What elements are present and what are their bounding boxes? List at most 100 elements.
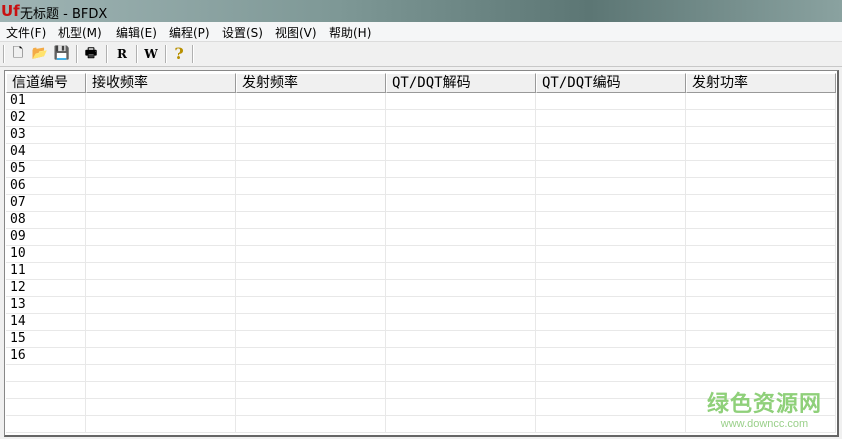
cell-tx-frequency[interactable] [236,416,386,433]
column-header-qt-dqt-decode[interactable]: QT/DQT解码 [386,73,536,93]
cell-rx-frequency[interactable] [86,195,236,212]
cell-qt-dqt-decode[interactable] [386,416,536,433]
cell-rx-frequency[interactable] [86,297,236,314]
table-row[interactable]: 02 [6,110,836,127]
cell-tx-frequency[interactable] [236,297,386,314]
cell-qt-dqt-encode[interactable] [536,297,686,314]
cell-tx-frequency[interactable] [236,93,386,110]
table-row[interactable]: 06 [6,178,836,195]
table-row[interactable]: 15 [6,331,836,348]
cell-qt-dqt-decode[interactable] [386,365,536,382]
cell-channel-number[interactable] [6,399,86,416]
cell-channel-number[interactable]: 06 [6,178,86,195]
cell-qt-dqt-encode[interactable] [536,110,686,127]
cell-tx-frequency[interactable] [236,382,386,399]
cell-qt-dqt-decode[interactable] [386,144,536,161]
cell-channel-number[interactable]: 02 [6,110,86,127]
column-header-qt-dqt-encode[interactable]: QT/DQT编码 [536,73,686,93]
cell-rx-frequency[interactable] [86,229,236,246]
column-header-rx-frequency[interactable]: 接收频率 [86,73,236,93]
cell-qt-dqt-decode[interactable] [386,161,536,178]
cell-tx-power[interactable] [686,161,836,178]
table-row[interactable]: 09 [6,229,836,246]
cell-channel-number[interactable]: 13 [6,297,86,314]
menu-program[interactable]: 编程(P) [169,24,210,41]
cell-channel-number[interactable]: 09 [6,229,86,246]
cell-rx-frequency[interactable] [86,263,236,280]
cell-qt-dqt-decode[interactable] [386,246,536,263]
cell-qt-dqt-encode[interactable] [536,212,686,229]
cell-channel-number[interactable]: 05 [6,161,86,178]
column-header-tx-frequency[interactable]: 发射频率 [236,73,386,93]
cell-rx-frequency[interactable] [86,246,236,263]
table-row[interactable]: 08 [6,212,836,229]
menu-file[interactable]: 文件(F) [6,24,46,41]
table-row[interactable]: 12 [6,280,836,297]
table-row[interactable]: 10 [6,246,836,263]
menu-model[interactable]: 机型(M) [58,24,102,41]
cell-tx-power[interactable] [686,212,836,229]
cell-rx-frequency[interactable] [86,280,236,297]
cell-qt-dqt-decode[interactable] [386,195,536,212]
table-row[interactable]: 03 [6,127,836,144]
cell-rx-frequency[interactable] [86,382,236,399]
cell-qt-dqt-decode[interactable] [386,314,536,331]
help-button[interactable]: ? [169,44,189,64]
cell-tx-power[interactable] [686,195,836,212]
cell-tx-power[interactable] [686,263,836,280]
cell-qt-dqt-encode[interactable] [536,331,686,348]
cell-rx-frequency[interactable] [86,399,236,416]
table-row[interactable]: 07 [6,195,836,212]
cell-channel-number[interactable]: 11 [6,263,86,280]
cell-channel-number[interactable]: 03 [6,127,86,144]
cell-tx-frequency[interactable] [236,314,386,331]
cell-tx-frequency[interactable] [236,263,386,280]
cell-qt-dqt-encode[interactable] [536,399,686,416]
cell-channel-number[interactable]: 01 [6,93,86,110]
cell-qt-dqt-encode[interactable] [536,314,686,331]
cell-rx-frequency[interactable] [86,110,236,127]
cell-qt-dqt-decode[interactable] [386,127,536,144]
cell-tx-power[interactable] [686,314,836,331]
cell-rx-frequency[interactable] [86,144,236,161]
cell-tx-frequency[interactable] [236,161,386,178]
save-button[interactable]: 💾 [52,44,72,64]
cell-tx-frequency[interactable] [236,331,386,348]
cell-tx-frequency[interactable] [236,246,386,263]
cell-qt-dqt-encode[interactable] [536,127,686,144]
cell-tx-power[interactable] [686,246,836,263]
cell-qt-dqt-encode[interactable] [536,195,686,212]
cell-channel-number[interactable]: 16 [6,348,86,365]
table-row[interactable]: 14 [6,314,836,331]
cell-qt-dqt-decode[interactable] [386,178,536,195]
cell-tx-frequency[interactable] [236,144,386,161]
cell-tx-power[interactable] [686,365,836,382]
table-row[interactable]: 11 [6,263,836,280]
cell-channel-number[interactable]: 14 [6,314,86,331]
cell-tx-power[interactable] [686,93,836,110]
cell-channel-number[interactable]: 07 [6,195,86,212]
cell-qt-dqt-encode[interactable] [536,348,686,365]
table-row[interactable]: 04 [6,144,836,161]
read-button[interactable]: R [112,44,132,64]
menu-view[interactable]: 视图(V) [275,24,317,41]
cell-qt-dqt-encode[interactable] [536,144,686,161]
table-row[interactable]: 16 [6,348,836,365]
cell-channel-number[interactable]: 12 [6,280,86,297]
cell-qt-dqt-encode[interactable] [536,229,686,246]
cell-qt-dqt-decode[interactable] [386,280,536,297]
cell-qt-dqt-encode[interactable] [536,382,686,399]
cell-qt-dqt-encode[interactable] [536,161,686,178]
cell-tx-power[interactable] [686,297,836,314]
column-header-tx-power[interactable]: 发射功率 [686,73,836,93]
write-button[interactable]: W [141,44,161,64]
table-row[interactable]: 01 [6,93,836,110]
cell-rx-frequency[interactable] [86,161,236,178]
menu-edit[interactable]: 编辑(E) [116,24,157,41]
open-button[interactable]: 📂 [30,44,50,64]
cell-tx-frequency[interactable] [236,178,386,195]
cell-rx-frequency[interactable] [86,416,236,433]
cell-rx-frequency[interactable] [86,314,236,331]
cell-channel-number[interactable] [6,382,86,399]
cell-qt-dqt-decode[interactable] [386,93,536,110]
